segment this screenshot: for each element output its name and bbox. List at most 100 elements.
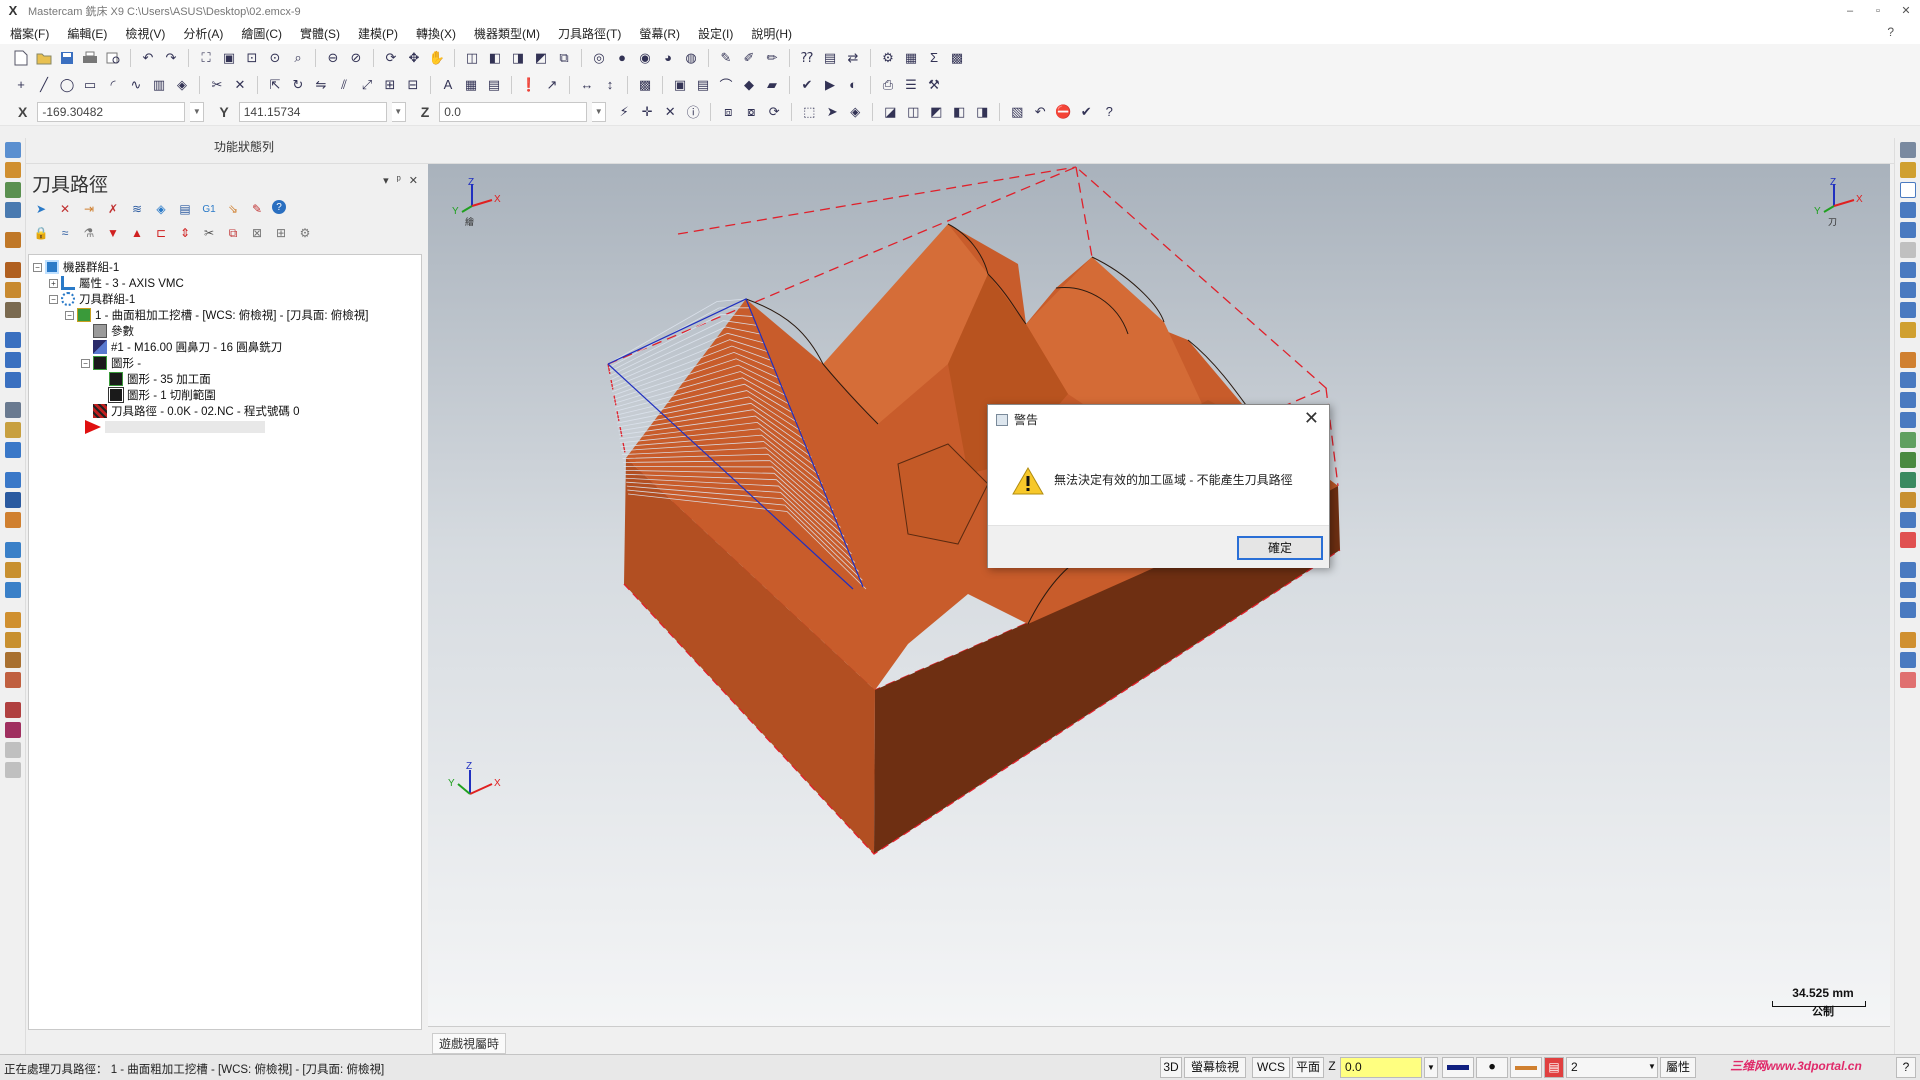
- chuck-icon[interactable]: ▰: [763, 76, 781, 94]
- plane-button[interactable]: 平面: [1292, 1057, 1324, 1078]
- machine-group-node[interactable]: − 機器群組-1: [33, 259, 119, 275]
- cut-ops-icon[interactable]: ✂: [200, 224, 218, 242]
- lock-icon[interactable]: 🔒: [32, 224, 50, 242]
- menu-create[interactable]: 繪圖(C): [241, 25, 282, 42]
- layers-stack-icon[interactable]: [1900, 652, 1916, 668]
- pencil-dropdown-icon[interactable]: ✐: [740, 49, 758, 67]
- fit-screen-icon[interactable]: ⛶: [197, 49, 215, 67]
- open-file-icon[interactable]: [35, 49, 53, 67]
- y-coordinate-dropdown[interactable]: ▼: [391, 101, 406, 122]
- note-icon[interactable]: ❗: [520, 76, 538, 94]
- thread-mill-icon[interactable]: [5, 512, 21, 528]
- surface-finish-icon[interactable]: [5, 302, 21, 318]
- tool-manager-icon[interactable]: ⊞: [272, 224, 290, 242]
- align-icon[interactable]: [1900, 562, 1916, 578]
- pattern-icon[interactable]: ▦: [462, 76, 480, 94]
- folder-icon[interactable]: [1900, 322, 1916, 338]
- parameters-node[interactable]: 參數: [93, 323, 134, 339]
- new-file-icon[interactable]: [12, 49, 30, 67]
- save-icon[interactable]: [58, 49, 76, 67]
- pan-icon[interactable]: ✋: [428, 49, 446, 67]
- gear-icon[interactable]: [1900, 512, 1916, 528]
- properties-icon[interactable]: ▤: [821, 49, 839, 67]
- project-icon[interactable]: ⊞: [381, 76, 399, 94]
- chain-select-icon[interactable]: [5, 142, 21, 158]
- menu-xform[interactable]: 轉換(X): [416, 25, 456, 42]
- view-3d-button[interactable]: 3D: [1160, 1057, 1182, 1078]
- clear-icon[interactable]: [1900, 672, 1916, 688]
- cursor-icon[interactable]: ➤: [823, 103, 841, 121]
- hidden-lines-icon[interactable]: ◍: [682, 49, 700, 67]
- help-icon[interactable]: ?: [1887, 25, 1894, 39]
- undo-view-icon[interactable]: [1900, 262, 1916, 278]
- solid-body-icon[interactable]: ◫: [904, 103, 922, 121]
- scroll-to-insert-icon[interactable]: ⇕: [176, 224, 194, 242]
- ok-circle-icon[interactable]: ✔: [1077, 103, 1095, 121]
- multiaxis-icon[interactable]: [5, 472, 21, 488]
- fillet-icon[interactable]: ◜: [104, 76, 122, 94]
- machine-icon[interactable]: ⚒: [925, 76, 943, 94]
- regenerate-icon[interactable]: ⇥: [80, 200, 98, 218]
- offset-icon[interactable]: ⫽: [335, 76, 353, 94]
- dynamic-rotate-icon[interactable]: ✥: [405, 49, 423, 67]
- pen-icon[interactable]: [1900, 162, 1916, 178]
- regenerate-dirty-icon[interactable]: ✗: [104, 200, 122, 218]
- help-circle-icon[interactable]: ⓘ: [684, 103, 702, 121]
- waterline-icon[interactable]: [5, 722, 21, 738]
- toggle-display-icon[interactable]: ≈: [56, 224, 74, 242]
- box-icon[interactable]: [1900, 492, 1916, 508]
- translate-icon[interactable]: ⇱: [266, 76, 284, 94]
- pencil-toolpath-icon[interactable]: [5, 672, 21, 688]
- probe-icon[interactable]: [5, 422, 21, 438]
- layers-icon[interactable]: ☰: [902, 76, 920, 94]
- hatch-icon[interactable]: ▩: [636, 76, 654, 94]
- x-coordinate-dropdown[interactable]: ▼: [190, 101, 205, 122]
- move-insert-down-icon[interactable]: ▼: [104, 224, 122, 242]
- insert-arrow-node[interactable]: [85, 419, 265, 435]
- point-icon[interactable]: +: [12, 76, 30, 94]
- leader-icon[interactable]: ↗: [543, 76, 561, 94]
- z-depth-dropdown[interactable]: ▼: [1424, 1057, 1438, 1078]
- collapse-toggle[interactable]: −: [81, 358, 90, 368]
- arc-icon[interactable]: [1900, 412, 1916, 428]
- screen-view-button[interactable]: 螢幕檢視: [1184, 1057, 1246, 1078]
- stock-icon[interactable]: ▣: [671, 76, 689, 94]
- array-icon[interactable]: ⊟: [404, 76, 422, 94]
- tool-node[interactable]: #1 - M16.00 圓鼻刀 - 16 圓鼻銑刀: [93, 339, 282, 355]
- menu-settings[interactable]: 設定(I): [698, 25, 733, 42]
- menu-solids[interactable]: 實體(S): [300, 25, 340, 42]
- toolpath-tool-icon[interactable]: [5, 162, 21, 178]
- surface-rough-icon[interactable]: [5, 282, 21, 298]
- undo-icon[interactable]: ↶: [139, 49, 157, 67]
- cube-view-dropdown-icon[interactable]: ⧉: [555, 49, 573, 67]
- select-window-icon[interactable]: ⧇: [742, 103, 760, 121]
- selection-mode-icon[interactable]: ⬚: [800, 103, 818, 121]
- raster-icon[interactable]: [5, 702, 21, 718]
- insert-after-icon[interactable]: ⊏: [152, 224, 170, 242]
- level-input[interactable]: 2: [1566, 1057, 1658, 1078]
- dimension-horizontal-icon[interactable]: ↔: [578, 76, 596, 94]
- circle-tool-icon[interactable]: [1900, 432, 1916, 448]
- line-style-button[interactable]: [1510, 1057, 1542, 1078]
- scale-icon[interactable]: ⤢: [358, 76, 376, 94]
- order-icon[interactable]: [1900, 602, 1916, 618]
- deselect-ops-icon[interactable]: ✕: [56, 200, 74, 218]
- redo-icon[interactable]: ↷: [162, 49, 180, 67]
- circle-icon[interactable]: ◯: [58, 76, 76, 94]
- drill-icon[interactable]: [5, 202, 21, 218]
- grid-dropdown-icon[interactable]: ▩: [948, 49, 966, 67]
- close-window-button[interactable]: ✕: [1892, 0, 1920, 22]
- solid-feature-icon[interactable]: ◧: [950, 103, 968, 121]
- operations-tree[interactable]: − 機器群組-1 + 屬性 - 3 - AXIS VMC − 刀具群組-1 − …: [28, 254, 422, 1030]
- restore-selection-icon[interactable]: ↶: [1031, 103, 1049, 121]
- cancel-point-icon[interactable]: ✕: [661, 103, 679, 121]
- area-mill-icon[interactable]: [5, 352, 21, 368]
- delete-icon[interactable]: ✕: [231, 76, 249, 94]
- rectangle-icon[interactable]: ▭: [81, 76, 99, 94]
- filter-icon[interactable]: ⚙: [296, 224, 314, 242]
- contour-icon[interactable]: [5, 182, 21, 198]
- collapse-toggle[interactable]: −: [65, 310, 74, 320]
- spiral-icon[interactable]: [5, 742, 21, 758]
- repaint-icon[interactable]: ▣: [220, 49, 238, 67]
- dialog-close-button[interactable]: ✕: [1304, 408, 1319, 429]
